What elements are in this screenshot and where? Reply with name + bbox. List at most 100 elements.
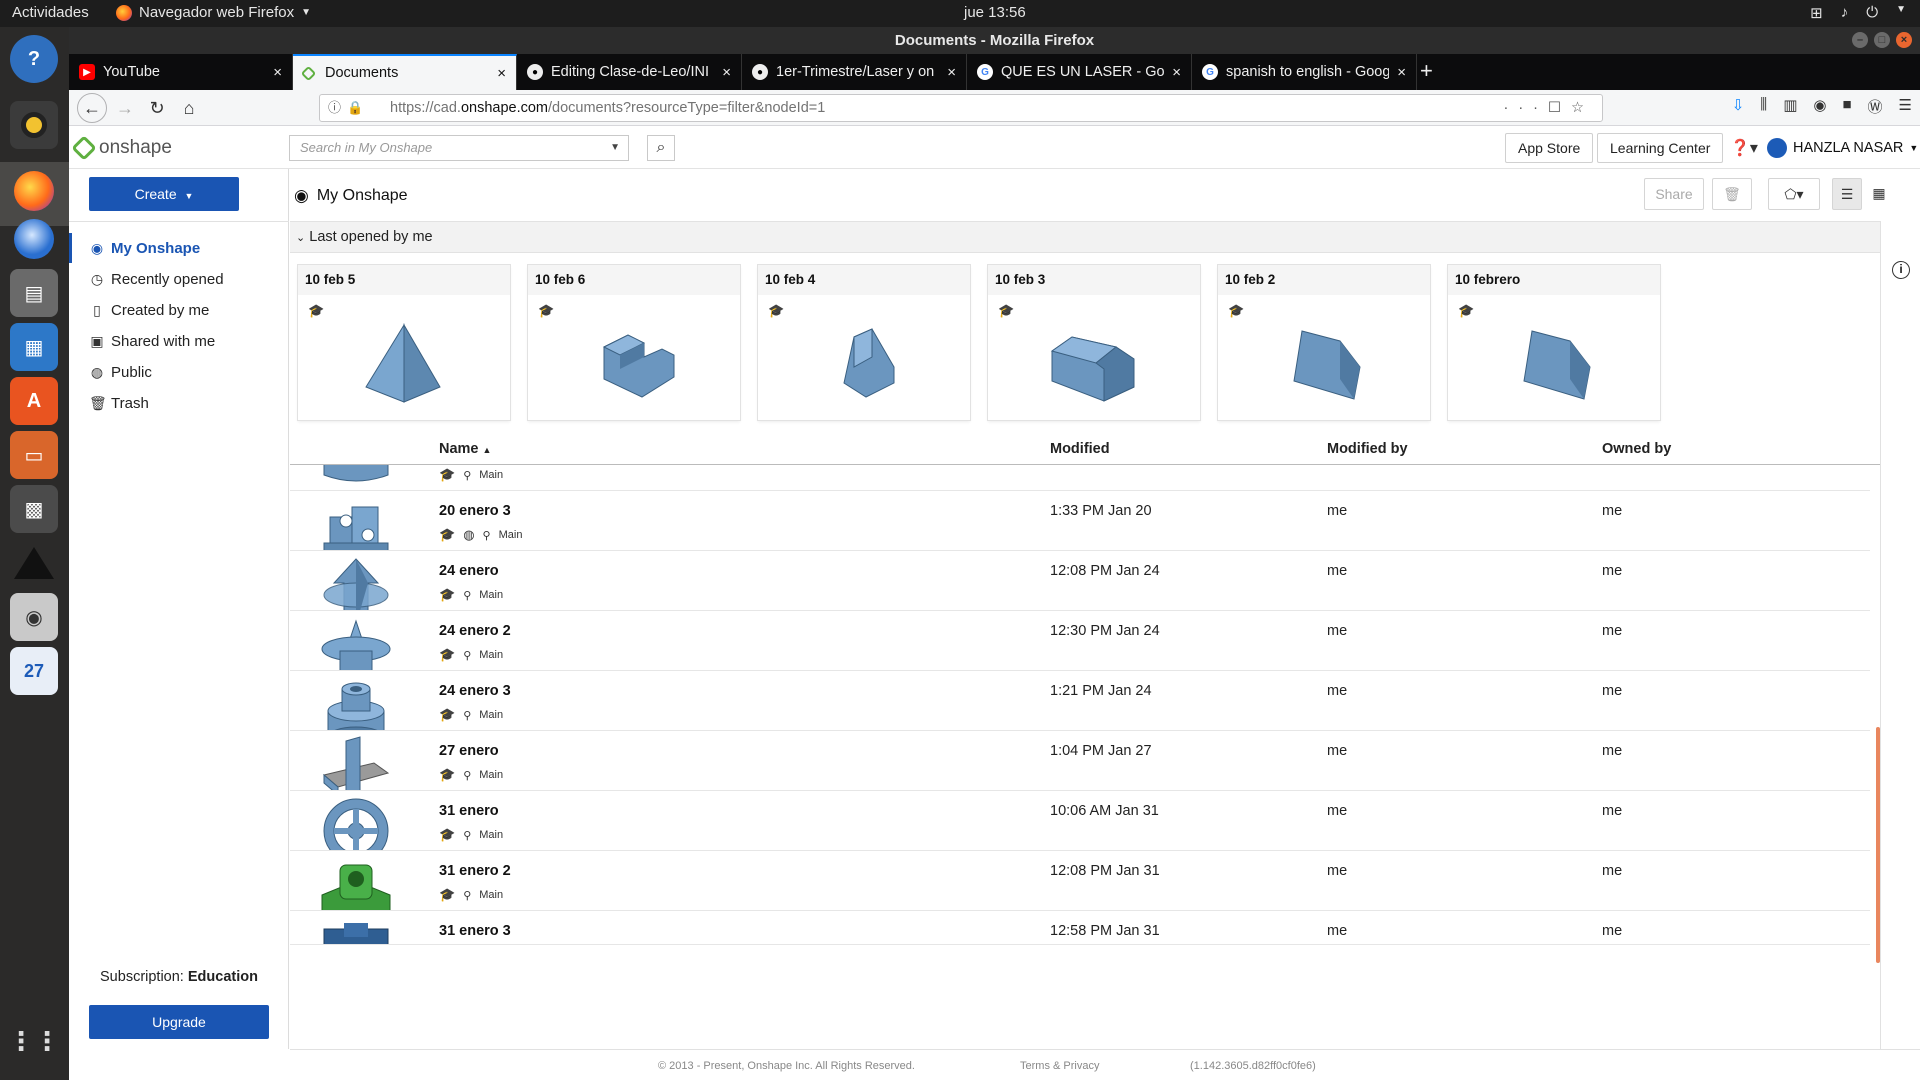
user-menu[interactable]: HANZLA NASAR ▼ [1767, 138, 1918, 158]
thunderbird-icon[interactable] [10, 215, 58, 263]
home-icon[interactable]: ⌂ [177, 97, 201, 119]
document-name[interactable]: 24 enero [439, 563, 499, 579]
download-icon[interactable]: ⇩ [1732, 96, 1745, 117]
software-center-icon[interactable]: A [10, 377, 58, 425]
tab-documents[interactable]: Documents × [293, 54, 517, 90]
camera-icon[interactable]: ◉ [10, 593, 58, 641]
help-icon[interactable]: ? [10, 35, 58, 83]
calculator-icon[interactable]: ▩ [10, 485, 58, 533]
document-name[interactable]: 20 enero 3 [439, 503, 511, 519]
recent-card[interactable]: 10 feb 6 🎓 [528, 265, 740, 420]
tab-google-laser[interactable]: G QUE ES UN LASER - Goog × [967, 54, 1192, 90]
tab-github-laser[interactable]: ● 1er-Trimestre/Laser y on × [742, 54, 967, 90]
search-button[interactable]: ⌕ [647, 135, 675, 161]
close-tab-icon[interactable]: × [273, 64, 282, 81]
info-icon[interactable]: i [1892, 261, 1910, 279]
search-input[interactable]: Search in My Onshape ▼ [289, 135, 629, 161]
rhythmbox-icon[interactable] [10, 101, 58, 149]
tab-youtube[interactable]: ▶ YouTube × [69, 54, 293, 90]
recent-card[interactable]: 10 feb 5 🎓 [298, 265, 510, 420]
app-menu[interactable]: Navegador web Firefox ▼ [116, 4, 311, 21]
column-owned-by[interactable]: Owned by [1602, 441, 1671, 457]
account-icon[interactable]: ◉ [1813, 96, 1826, 117]
label-button[interactable]: ⬠▾ [1768, 178, 1820, 210]
delete-button[interactable]: 🗑 [1712, 178, 1752, 210]
tab-google-translate[interactable]: G spanish to english - Goog × [1192, 54, 1417, 90]
close-tab-icon[interactable]: × [497, 65, 506, 82]
sidebar-icon[interactable]: ▥ [1783, 96, 1797, 117]
onshape-logo[interactable]: onshape [71, 135, 172, 161]
recent-card[interactable]: 10 feb 2 🎓 [1218, 265, 1430, 420]
system-tray[interactable]: ⊞ ♪ ⏻ ▼ [1810, 4, 1906, 22]
library-icon[interactable]: ⫼ [1760, 96, 1767, 117]
document-name[interactable]: 31 enero [439, 803, 499, 819]
close-tab-icon[interactable]: × [722, 64, 731, 81]
document-name[interactable]: 31 enero 2 [439, 863, 511, 879]
recent-card[interactable]: 10 feb 3 🎓 [988, 265, 1200, 420]
tab-github-editing[interactable]: ● Editing Clase-de-Leo/INI × [517, 54, 742, 90]
table-row[interactable]: 27 enero 🎓 ⚲ Main 1:04 PM Jan 27 me me [290, 731, 1870, 791]
sidebar-item-my-onshape[interactable]: ◉ My Onshape [89, 237, 200, 259]
close-tab-icon[interactable]: × [947, 64, 956, 81]
sidebar-item-public[interactable]: ◍ Public [89, 361, 152, 383]
maximize-icon[interactable]: □ [1874, 32, 1890, 48]
inkscape-icon[interactable] [10, 539, 58, 587]
close-tab-icon[interactable]: × [1397, 64, 1406, 81]
extension-w-icon[interactable]: Ⓦ [1868, 96, 1883, 117]
forward-icon[interactable]: → [113, 97, 137, 119]
url-bar[interactable]: ⓘ🔒 https://cad.onshape.com/documents?res… [319, 94, 1603, 122]
column-modified-by[interactable]: Modified by [1327, 441, 1408, 457]
help-icon[interactable]: ❓▾ [1730, 138, 1758, 158]
document-name[interactable]: 31 enero 3 [439, 923, 511, 939]
recent-card[interactable]: 10 febrero 🎓 [1448, 265, 1660, 420]
site-info-icon[interactable]: ⓘ🔒 [328, 95, 369, 121]
table-row[interactable]: 24 enero 3 🎓 ⚲ Main 1:21 PM Jan 24 me me [290, 671, 1870, 731]
files-icon[interactable]: ▤ [10, 269, 58, 317]
upgrade-button[interactable]: Upgrade [89, 1005, 269, 1039]
list-view-button[interactable]: ☰ [1832, 178, 1862, 210]
sidebar-item-shared-with-me[interactable]: ▣ Shared with me [89, 330, 215, 352]
recent-card[interactable]: 10 feb 4 🎓 [758, 265, 970, 420]
sidebar-item-recently-opened[interactable]: ◷ Recently opened [89, 268, 224, 290]
table-row[interactable]: 20 enero 3 🎓 ◍ ⚲ Main 1:33 PM Jan 20 me me [290, 491, 1870, 551]
grid-view-button[interactable]: ▦ [1864, 178, 1894, 210]
minimize-icon[interactable]: – [1852, 32, 1868, 48]
back-icon[interactable]: ← [77, 93, 107, 123]
education-cap-icon: 🎓 [768, 303, 785, 318]
table-row[interactable]: 24 enero 🎓 ⚲ Main 12:08 PM Jan 24 me me [290, 551, 1870, 611]
activities-button[interactable]: Actividades [12, 4, 89, 21]
model-thumbnail [321, 864, 391, 910]
table-row[interactable]: 🎓 ⚲ Main [290, 465, 1870, 491]
calendar-icon[interactable]: 27 [10, 647, 58, 695]
document-name[interactable]: 27 enero [439, 743, 499, 759]
document-name[interactable]: 24 enero 3 [439, 683, 511, 699]
new-tab-icon[interactable]: + [1420, 58, 1433, 84]
firefox-icon[interactable] [10, 167, 58, 215]
sidebar-item-trash[interactable]: 🗑 Trash [89, 392, 149, 414]
writer-icon[interactable]: ▦ [10, 323, 58, 371]
extension-icon[interactable]: ■ [1842, 96, 1851, 117]
column-modified[interactable]: Modified [1050, 441, 1110, 457]
create-button[interactable]: Create ▼ [89, 177, 239, 211]
clock[interactable]: jue 13:56 [964, 4, 1026, 21]
page-actions[interactable]: ···☐☆ [1504, 95, 1594, 121]
learning-center-button[interactable]: Learning Center [1597, 133, 1724, 163]
column-name[interactable]: Name ▲ [439, 441, 491, 457]
show-apps-icon[interactable]: ⋮⋮ [8, 1017, 60, 1065]
recent-section-header[interactable]: ⌄ Last opened by me [290, 221, 1880, 253]
table-row[interactable]: 31 enero 🎓 ⚲ Main 10:06 AM Jan 31 me me [290, 791, 1870, 851]
impress-icon[interactable]: ▭ [10, 431, 58, 479]
table-row[interactable]: 31 enero 3🎓12:58 PM Jan 31meme [290, 911, 1870, 945]
document-name[interactable]: 24 enero 2 [439, 623, 511, 639]
menu-icon[interactable]: ☰ [1899, 96, 1912, 117]
app-store-button[interactable]: App Store [1505, 133, 1594, 163]
close-tab-icon[interactable]: × [1172, 64, 1181, 81]
share-button[interactable]: Share [1644, 178, 1704, 210]
chevron-down-icon[interactable]: ▼ [610, 136, 620, 160]
table-row[interactable]: 24 enero 2 🎓 ⚲ Main 12:30 PM Jan 24 me me [290, 611, 1870, 671]
sidebar-item-created-by-me[interactable]: ▯ Created by me [89, 299, 209, 321]
close-icon[interactable]: × [1896, 32, 1912, 48]
terms-link[interactable]: Terms & Privacy [1020, 1060, 1099, 1072]
reload-icon[interactable]: ↻ [145, 97, 169, 119]
table-row[interactable]: 31 enero 2 🎓 ⚲ Main 12:08 PM Jan 31 me me [290, 851, 1870, 911]
